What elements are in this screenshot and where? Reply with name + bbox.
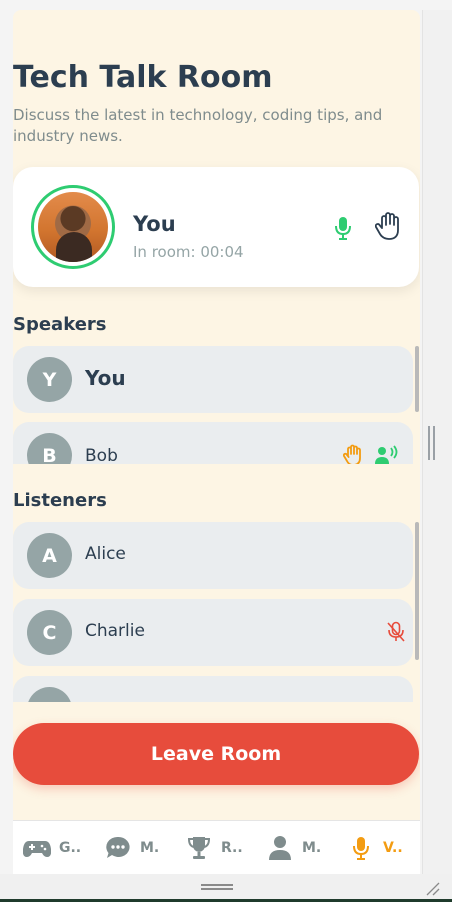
tab-games[interactable]: G.. bbox=[23, 821, 103, 874]
listener-name: Alice bbox=[85, 544, 126, 564]
tab-messages[interactable]: M. bbox=[104, 821, 184, 874]
avatar: B bbox=[27, 433, 72, 464]
my-status-card: You In room: 00:04 bbox=[13, 167, 419, 287]
person-icon bbox=[266, 834, 294, 862]
listener-row[interactable]: C Charlie bbox=[13, 599, 413, 666]
tab-profile[interactable]: M. bbox=[266, 821, 346, 874]
listener-row[interactable] bbox=[13, 676, 413, 702]
listeners-list: A Alice C Charlie bbox=[13, 522, 419, 702]
tab-label: M. bbox=[140, 840, 160, 856]
listeners-scrollbar[interactable] bbox=[415, 522, 419, 660]
panel-splitter-handle[interactable] bbox=[428, 426, 436, 460]
listeners-heading: Listeners bbox=[13, 490, 107, 511]
drag-handle[interactable] bbox=[201, 884, 233, 890]
speaker-name: You bbox=[85, 366, 126, 390]
right-panel-edge bbox=[422, 10, 452, 874]
speaker-row[interactable]: B Bob bbox=[13, 422, 413, 464]
room-timer: In room: 00:04 bbox=[133, 243, 244, 261]
tab-rankings[interactable]: R.. bbox=[185, 821, 265, 874]
speaker-row[interactable]: Y You bbox=[13, 346, 413, 413]
raise-hand-icon[interactable] bbox=[374, 211, 401, 241]
speaker-name: Bob bbox=[85, 446, 118, 464]
speakers-list: Y You B Bob bbox=[13, 346, 419, 464]
tab-label: M. bbox=[302, 840, 322, 856]
resize-grip-icon[interactable] bbox=[424, 880, 440, 896]
chat-bubble-icon bbox=[104, 834, 132, 862]
avatar bbox=[27, 687, 72, 702]
tab-voice[interactable]: V.. bbox=[347, 821, 420, 874]
mic-on-icon[interactable] bbox=[333, 215, 353, 241]
microphone-icon bbox=[347, 834, 375, 862]
speaking-icon bbox=[375, 445, 399, 464]
room-title: Tech Talk Room bbox=[13, 60, 273, 95]
tab-label: G.. bbox=[59, 840, 82, 856]
tab-label: V.. bbox=[383, 840, 403, 856]
hand-raised-icon bbox=[342, 444, 363, 464]
mic-muted-icon bbox=[387, 621, 405, 643]
my-avatar bbox=[31, 185, 115, 269]
leave-room-button[interactable]: Leave Room bbox=[13, 723, 419, 785]
gamepad-icon bbox=[23, 834, 51, 862]
listener-row[interactable]: A Alice bbox=[13, 522, 413, 589]
trophy-icon bbox=[185, 834, 213, 862]
window: Tech Talk Room Discuss the latest in tec… bbox=[0, 0, 452, 902]
room-description: Discuss the latest in technology, coding… bbox=[13, 106, 383, 145]
listener-name: Charlie bbox=[85, 621, 145, 641]
speakers-heading: Speakers bbox=[13, 314, 107, 335]
tab-label: R.. bbox=[221, 840, 243, 856]
speakers-scrollbar[interactable] bbox=[415, 346, 419, 412]
avatar: A bbox=[27, 533, 72, 578]
my-name: You bbox=[133, 212, 176, 236]
bottom-tab-bar: G.. M. R.. M. V.. bbox=[13, 820, 420, 874]
voice-room-app: Tech Talk Room Discuss the latest in tec… bbox=[13, 10, 420, 874]
avatar: Y bbox=[27, 357, 72, 402]
avatar: C bbox=[27, 610, 72, 655]
profile-photo bbox=[38, 192, 108, 262]
